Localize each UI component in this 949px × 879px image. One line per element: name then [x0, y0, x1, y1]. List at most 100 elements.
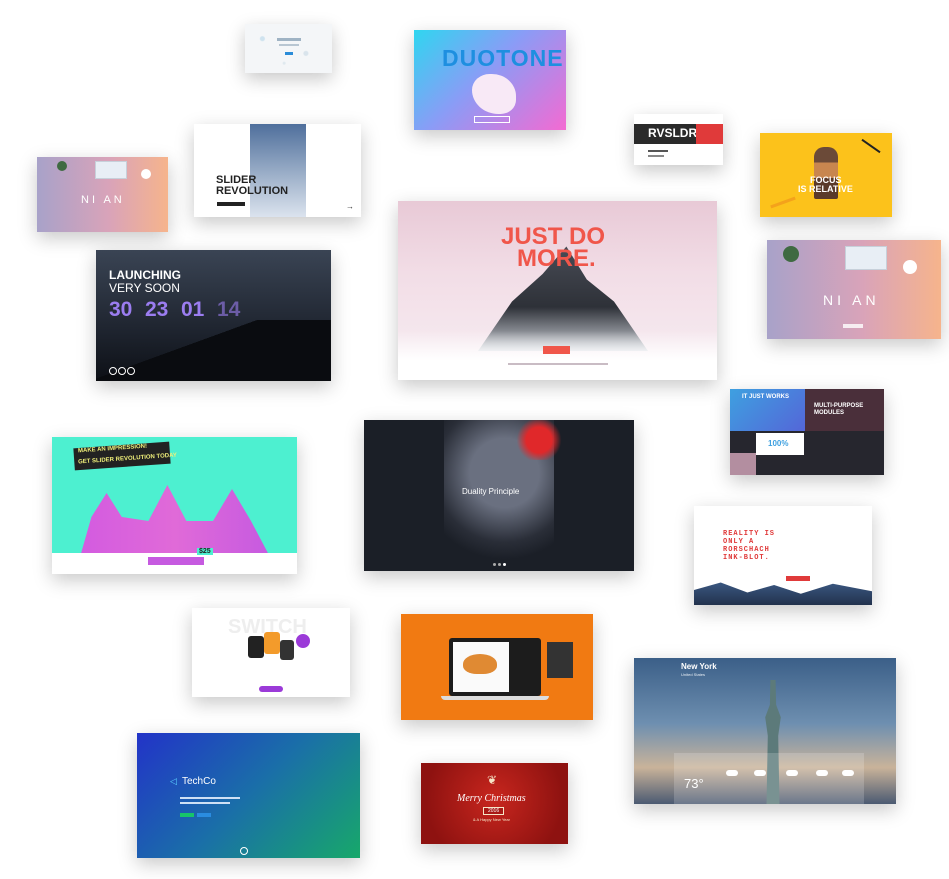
cta-button[interactable]	[543, 346, 570, 354]
title-right-line1: MULTI-PURPOSE	[814, 403, 864, 409]
ruler-decoration	[770, 196, 796, 209]
duotone-template-card[interactable]: DUOTONE	[414, 30, 566, 130]
techco-template-card[interactable]: ◁ TechCo	[137, 733, 360, 858]
switch-template-card[interactable]: SWITCH	[192, 608, 350, 697]
cta-button[interactable]	[843, 324, 863, 328]
nian-template-card[interactable]: NI AN	[37, 157, 168, 232]
watch-image	[264, 632, 280, 654]
slider-revolution-template-card[interactable]: SLIDER REVOLUTION →	[194, 124, 361, 217]
social-icon[interactable]	[127, 367, 135, 375]
text-placeholder	[180, 802, 230, 804]
accent-image	[696, 124, 723, 144]
plant-decoration	[783, 246, 799, 262]
countdown-days: 30	[109, 298, 133, 321]
coffee-cup-decoration	[903, 260, 917, 274]
greeting-line1: Merry Christmas	[457, 793, 526, 804]
pencil-decoration	[861, 138, 881, 154]
just-do-more-template-card[interactable]: JUST DO MORE.	[398, 201, 717, 380]
people-image	[80, 485, 270, 557]
new-york-weather-template-card[interactable]: New York United States 73°	[634, 658, 896, 804]
title-placeholder	[277, 38, 301, 41]
text-line1: REALITY IS	[723, 530, 776, 538]
pagination-dot[interactable]	[498, 563, 501, 566]
scroll-down-icon[interactable]	[240, 847, 248, 855]
social-icon[interactable]	[109, 367, 117, 375]
rvsldr-template-card[interactable]: RVSLDR	[634, 114, 723, 165]
reality-template-card[interactable]: REALITY IS ONLY A RORSCHACH INK-BLOT.	[694, 506, 872, 605]
cloud-icon	[786, 770, 798, 776]
plant-decoration	[57, 161, 67, 171]
text-placeholder	[648, 155, 664, 157]
template-title: Duality Principle	[462, 487, 520, 496]
duality-template-card[interactable]: Duality Principle	[364, 420, 634, 571]
title-right-line2: MODULES	[814, 410, 844, 416]
template-title: NI AN	[823, 292, 880, 308]
greeting-line2: & A Happy New Year	[473, 817, 510, 822]
laptop-base	[441, 696, 549, 700]
text-placeholder	[180, 797, 240, 799]
christmas-template-card[interactable]: ❦ Merry Christmas 2016 & A Happy New Yea…	[421, 763, 568, 844]
paint-splash-image	[472, 74, 516, 114]
red-accent	[514, 420, 564, 460]
cta-button[interactable]	[180, 813, 194, 817]
rvsldr-logo: RVSLDR	[648, 126, 698, 140]
current-temperature: 73°	[684, 776, 704, 791]
croissant-shape	[463, 654, 497, 674]
cta-button[interactable]	[474, 116, 510, 123]
countdown-minutes: 01	[181, 298, 205, 321]
template-title-line2: VERY SOON	[109, 281, 180, 295]
monitor-image	[845, 246, 887, 270]
nian-template-card-2[interactable]: NI AN	[767, 240, 941, 339]
mountain-image	[694, 582, 872, 605]
social-icon[interactable]	[118, 367, 126, 375]
template-title: NI AN	[81, 194, 125, 206]
cloud-icon	[726, 770, 738, 776]
template-title-line1: LAUNCHING	[109, 268, 181, 282]
cloud-icon	[754, 770, 766, 776]
cta-button[interactable]	[217, 202, 245, 206]
cta-button[interactable]	[285, 52, 293, 55]
next-arrow-icon[interactable]: →	[346, 202, 354, 211]
pagination-dot[interactable]	[503, 563, 506, 566]
text-line4: INK-BLOT.	[723, 554, 770, 562]
cloud-icon	[816, 770, 828, 776]
watch-image	[280, 640, 294, 660]
watch-image	[248, 636, 264, 658]
brand-name: TechCo	[182, 776, 216, 787]
price-badge	[296, 634, 310, 648]
cta-button[interactable]	[148, 557, 204, 565]
laptop-template-card[interactable]	[401, 614, 593, 720]
focus-template-card[interactable]: FOCUS IS RELATIVE	[760, 133, 892, 217]
percent-label: 100%	[768, 439, 789, 448]
cloud-icon	[842, 770, 854, 776]
city-name: New York	[681, 662, 717, 671]
text-placeholder	[648, 150, 668, 152]
pagination-dot[interactable]	[493, 563, 496, 566]
techco-logo-icon: ◁	[170, 776, 177, 786]
cta-button[interactable]	[197, 813, 211, 817]
template-title-line2: IS RELATIVE	[798, 184, 853, 194]
text-line3: RORSCHACH	[723, 546, 770, 554]
template-title-line2: REVOLUTION	[216, 185, 289, 197]
cta-button[interactable]	[786, 576, 810, 581]
country-name: United States	[681, 672, 706, 677]
launching-template-card[interactable]: LAUNCHING VERY SOON 30 23 01 14	[96, 250, 331, 381]
monitor-image	[95, 161, 127, 179]
impression-template-card[interactable]: MAKE AN IMPRESSION! GET SLIDER REVOLUTIO…	[52, 437, 297, 574]
info-panel	[547, 642, 573, 678]
template-title: DUOTONE	[442, 45, 564, 71]
it-just-works-template-card[interactable]: IT JUST WORKS MULTI-PURPOSE MODULES 100%	[730, 389, 884, 475]
text-line2: ONLY A	[723, 538, 755, 546]
template-title-line2: MORE.	[517, 245, 596, 272]
cloud-layer	[398, 331, 717, 380]
year-badge: 2016	[483, 807, 505, 815]
subtitle-placeholder	[508, 363, 608, 365]
countdown-seconds: 14	[217, 298, 241, 321]
designers-design-template-card[interactable]	[245, 24, 332, 73]
subtitle-placeholder	[279, 44, 299, 46]
bottom-image	[730, 453, 756, 475]
cta-button[interactable]	[259, 686, 283, 692]
price-badge: $25	[197, 548, 213, 555]
ornament-icon: ❦	[487, 773, 498, 787]
confetti-decoration	[245, 24, 332, 73]
